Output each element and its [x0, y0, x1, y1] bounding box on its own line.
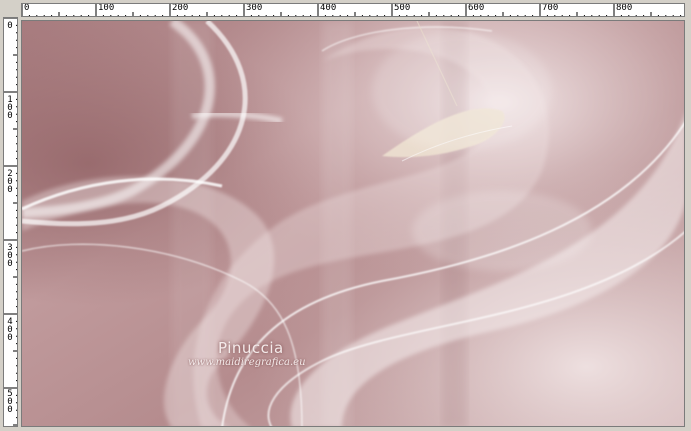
- ruler-top-label-400: 400: [320, 3, 337, 13]
- watermark-text: Pinuccia: [218, 339, 284, 357]
- ruler-top-label-0: 0: [24, 3, 30, 13]
- abstract-artwork: [22, 21, 684, 426]
- ruler-top-label-100: 100: [98, 3, 115, 13]
- ruler-top-label-300: 300: [246, 3, 263, 13]
- ruler-corner: [3, 3, 21, 17]
- ruler-left-label-100: 100: [7, 95, 13, 121]
- ruler-top-label-500: 500: [394, 3, 411, 13]
- ruler-left-label-0: 0: [7, 21, 13, 31]
- horizontal-ruler[interactable]: 0 100 200 300 400 500 600 700 800: [21, 3, 685, 17]
- horizontal-ruler-ticks: [22, 4, 682, 16]
- vertical-ruler-ticks: [4, 18, 17, 426]
- vertical-ruler[interactable]: 0 100 200 300 400 500: [3, 17, 18, 427]
- image-canvas[interactable]: Pinuccia www.maidiregrafica.eu: [21, 20, 685, 427]
- ruler-top-label-600: 600: [468, 3, 485, 13]
- ruler-top-label-800: 800: [616, 3, 633, 13]
- ruler-left-label-300: 300: [7, 243, 13, 269]
- watermark-url: www.maidiregrafica.eu: [188, 357, 306, 368]
- image-editor-window: 0 100 200 300 400 500 600 700 800 0 100 …: [0, 0, 691, 431]
- ruler-top-label-200: 200: [172, 3, 189, 13]
- ruler-left-label-200: 200: [7, 169, 13, 195]
- ruler-left-label-500: 500: [7, 389, 13, 415]
- ruler-left-label-400: 400: [7, 317, 13, 343]
- ruler-top-label-700: 700: [542, 3, 559, 13]
